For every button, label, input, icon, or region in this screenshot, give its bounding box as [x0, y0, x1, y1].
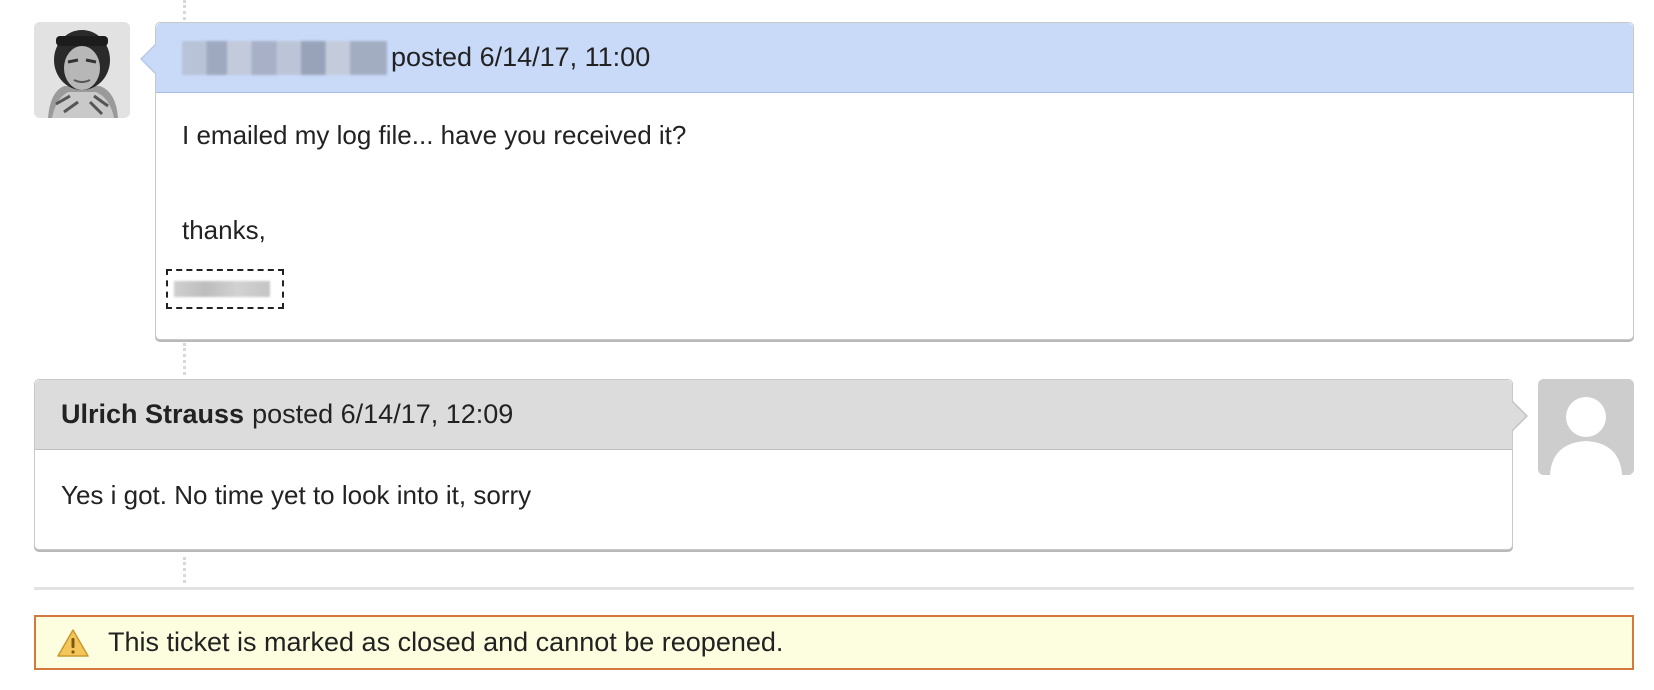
- redacted-text: [174, 281, 270, 297]
- bubble-pointer: [142, 44, 157, 74]
- astronaut-photo-avatar: [34, 22, 130, 118]
- default-user-avatar: [1538, 379, 1634, 475]
- message-text: I emailed my log file... have you receiv…: [182, 120, 687, 150]
- thread-connector: [183, 343, 186, 375]
- divider: [34, 587, 1634, 590]
- message-header: posted 6/14/17, 11:00: [156, 23, 1633, 93]
- signature-redacted[interactable]: [166, 269, 284, 309]
- closed-ticket-notice: This ticket is marked as closed and cann…: [34, 615, 1634, 670]
- message-body: I emailed my log file... have you receiv…: [156, 93, 1633, 339]
- thread-connector: [183, 0, 186, 20]
- author-name-redacted: [182, 40, 387, 75]
- message-body: Yes i got. No time yet to look into it, …: [35, 450, 1512, 511]
- avatar[interactable]: [34, 22, 130, 118]
- avatar[interactable]: [1538, 379, 1634, 475]
- thread-connector: [183, 557, 186, 583]
- author-name[interactable]: Ulrich Strauss: [61, 399, 244, 430]
- message-card: Ulrich Strauss posted 6/14/17, 12:09 Yes…: [34, 379, 1528, 550]
- message-text: Yes i got. No time yet to look into it, …: [61, 480, 532, 510]
- posted-timestamp: posted 6/14/17, 12:09: [252, 399, 514, 429]
- signoff-text: thanks,: [182, 215, 266, 245]
- warning-icon: [56, 628, 90, 658]
- posted-timestamp: posted 6/14/17, 11:00: [391, 42, 651, 72]
- notice-text: This ticket is marked as closed and cann…: [108, 627, 784, 657]
- message-header: Ulrich Strauss posted 6/14/17, 12:09: [35, 380, 1512, 450]
- message-card: posted 6/14/17, 11:00 I emailed my log f…: [140, 22, 1634, 340]
- bubble-pointer: [1511, 401, 1526, 431]
